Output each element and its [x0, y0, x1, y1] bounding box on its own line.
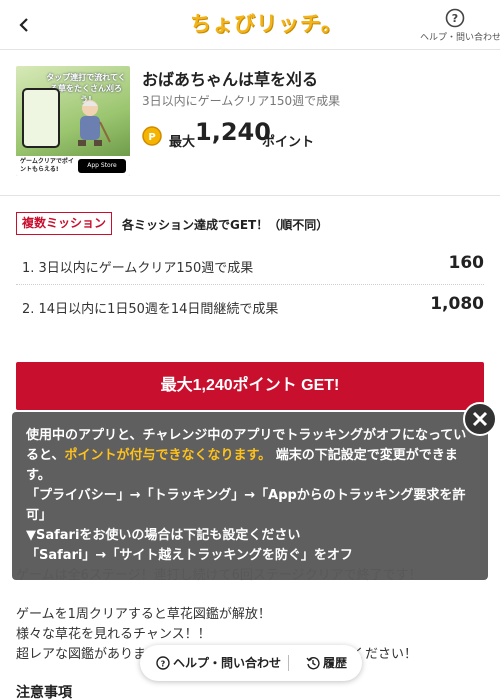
coin-icon: P: [142, 126, 162, 146]
logo[interactable]: ちょびリッチ。: [186, 9, 347, 39]
pill-history-button[interactable]: 履歴: [306, 645, 347, 681]
history-icon: [306, 657, 320, 670]
tracking-notice: 使用中のアプリと、チャレンジ中のアプリでトラッキングがオフになっていると、ポイン…: [12, 412, 488, 580]
pill-help-label: ヘルプ・問い合わせ: [173, 656, 282, 670]
app-thumbnail[interactable]: タップ連打で流れてくる草をたくさん刈ろう! ゲームクリアでポイントもらえる! A…: [16, 66, 130, 176]
mission-label: 2. 14日以内に1日50週を14日間継続で成果: [22, 302, 279, 317]
description-line: ゲームを1周クリアすると草花図鑑が解放！: [16, 607, 271, 622]
mission-points: 1,080: [430, 294, 484, 314]
mission-note: 各ミッション達成でGET！（順不同）: [122, 218, 329, 232]
appstore-badge: App Store: [78, 159, 126, 173]
floating-action-bar: ? ヘルプ・問い合わせ 履歴: [140, 645, 362, 681]
description-line: 様々な草花を見れるチャンス！！: [16, 627, 211, 642]
pill-help-button[interactable]: ? ヘルプ・問い合わせ: [156, 645, 281, 681]
tracking-notice-text: 使用中のアプリと、チャレンジ中のアプリでトラッキングがオフになっていると、ポイン…: [26, 426, 474, 486]
mission-points: 160: [448, 253, 485, 273]
multi-mission-badge: 複数ミッション: [16, 212, 113, 235]
max-label: 最大: [169, 135, 196, 150]
thumb-footer: ゲームクリアでポイントもらえる! App Store: [16, 156, 130, 176]
back-chevron-icon[interactable]: [14, 14, 36, 36]
svg-text:?: ?: [161, 660, 166, 669]
notice-highlight: ポイントが付与できなくなります。: [64, 448, 272, 463]
mission-row: 1. 3日以内にゲームクリア150週で成果 160: [16, 245, 484, 285]
max-points: 1,240: [195, 118, 271, 146]
pill-divider: [288, 655, 289, 671]
help-button[interactable]: ? ヘルプ・問い合わせ: [420, 8, 500, 43]
description-line: 超レアな図鑑がありま: [16, 647, 147, 662]
product-section: タップ連打で流れてくる草をたくさん刈ろう! ゲームクリアでポイントもらえる! A…: [0, 50, 500, 196]
svg-text:?: ?: [452, 12, 458, 25]
close-notice-button[interactable]: [463, 402, 497, 436]
thumb-footer-text: ゲームクリアでポイントもらえる!: [20, 158, 74, 173]
offer-subtitle: 3日以内にゲームクリア150週で成果: [142, 94, 341, 108]
question-icon: ?: [156, 656, 170, 670]
app-header: ちょびリッチ。 ? ヘルプ・問い合わせ: [0, 0, 500, 50]
notice-line: 「Safari」→「サイト越えトラッキングを防ぐ」をオフ: [26, 548, 353, 563]
get-points-button[interactable]: 最大1,240ポイント GET!: [16, 362, 484, 410]
offer-title: おばあちゃんは草を刈る: [142, 70, 319, 89]
pill-history-label: 履歴: [323, 656, 348, 670]
help-label: ヘルプ・問い合わせ: [420, 33, 500, 43]
help-circle-icon: ?: [445, 8, 465, 28]
points-unit: ポイント: [262, 135, 315, 150]
grandma-illustration: [78, 100, 111, 146]
mission-label: 1. 3日以内にゲームクリア150週で成果: [22, 261, 254, 276]
close-icon: [472, 411, 488, 427]
svg-text:P: P: [148, 132, 155, 143]
notes-heading: 注意事項: [16, 685, 72, 700]
notice-line: ▼Safariをお使いの場合は下記も設定ください: [26, 528, 301, 543]
mission-row: 2. 14日以内に1日50週を14日間継続で成果 1,080: [16, 286, 484, 326]
phone-illustration: [22, 88, 60, 148]
notice-line: 「プライバシー」→「トラッキング」→「Appからのトラッキング要求を許可」: [26, 488, 466, 523]
